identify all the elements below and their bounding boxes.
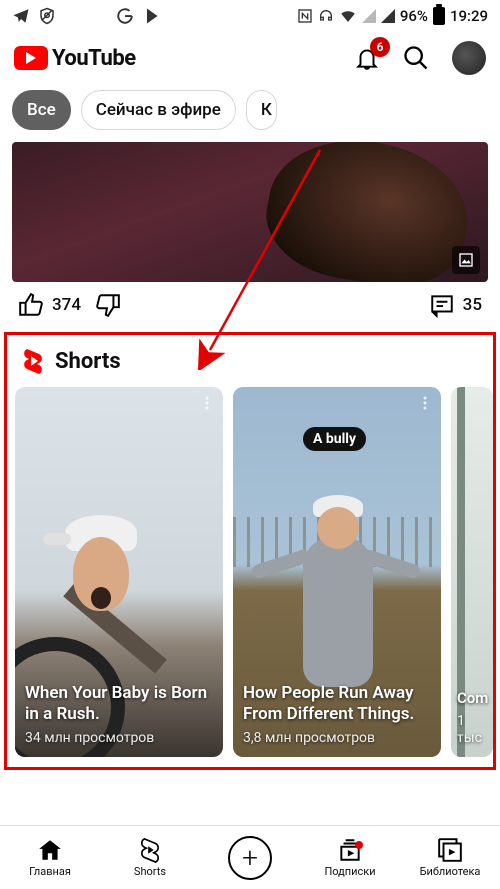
battery-percent: 96% <box>400 7 428 25</box>
nav-home-label: Главная <box>29 865 71 878</box>
shorts-card[interactable]: Com 1 тыс <box>451 387 493 757</box>
thumbs-up-icon <box>18 292 44 318</box>
filter-chips: Навигатор Все Сейчас в эфире К <box>0 84 500 136</box>
signal-icon <box>381 9 395 23</box>
shorts-title: Shorts <box>55 349 121 374</box>
clock: 19:29 <box>450 7 488 25</box>
plus-icon: + <box>228 836 272 880</box>
telegram-icon <box>12 7 30 25</box>
shorts-shelf: Shorts When Your Baby is Born in a Rush.… <box>4 332 496 770</box>
shorts-header[interactable]: Shorts <box>15 343 485 387</box>
nfc-icon <box>297 8 313 24</box>
nav-shorts[interactable]: Shorts <box>100 826 200 889</box>
bottom-nav: Главная Shorts + Подписки Библиотека <box>0 825 500 889</box>
video-thumbnail[interactable] <box>12 142 488 282</box>
chip-live[interactable]: Сейчас в эфире <box>81 90 236 130</box>
chip-more[interactable]: К <box>246 90 277 130</box>
shorts-nav-icon <box>137 837 163 863</box>
shorts-card-title: How People Run Away From Different Thing… <box>243 683 414 723</box>
chip-all[interactable]: Все <box>12 90 71 130</box>
nav-shorts-label: Shorts <box>134 865 166 878</box>
like-count: 374 <box>52 295 81 315</box>
nav-library-label: Библиотека <box>420 865 481 878</box>
notification-badge: 6 <box>370 37 390 57</box>
youtube-play-icon <box>14 46 48 70</box>
nav-create[interactable]: + <box>200 826 300 889</box>
shorts-card-views: 3,8 млн просмотров <box>243 730 431 747</box>
status-bar: 96% 19:29 <box>0 0 500 32</box>
nav-library[interactable]: Библиотека <box>400 826 500 889</box>
shorts-icon <box>21 347 45 375</box>
shorts-card[interactable]: When Your Baby is Born in a Rush. 34 млн… <box>15 387 223 757</box>
battery-icon <box>433 7 445 25</box>
shorts-card-title: When Your Baby is Born in a Rush. <box>25 683 207 723</box>
comment-icon <box>429 292 455 318</box>
notification-dot <box>355 841 363 849</box>
dislike-button[interactable] <box>95 292 121 318</box>
signal-icon <box>362 9 376 23</box>
avatar[interactable] <box>452 41 486 75</box>
comment-count: 35 <box>463 295 482 315</box>
app-header: YouTube 6 <box>0 32 500 84</box>
library-icon <box>437 837 463 863</box>
wifi-icon <box>339 7 357 25</box>
shorts-row: When Your Baby is Born in a Rush. 34 млн… <box>15 387 485 757</box>
comments-button[interactable]: 35 <box>429 292 482 318</box>
notifications-button[interactable]: 6 <box>354 45 380 71</box>
more-icon[interactable] <box>199 395 215 411</box>
engagement-row: 374 35 <box>18 292 482 318</box>
shorts-card-title: Com <box>457 689 488 707</box>
more-icon[interactable] <box>417 395 433 411</box>
shorts-card-views: 1 тыс <box>457 713 483 747</box>
status-left <box>12 7 56 25</box>
shorts-card-views: 34 млн просмотров <box>25 730 213 747</box>
play-store-icon <box>144 7 162 25</box>
nav-subs-label: Подписки <box>324 865 375 878</box>
shield-icon <box>38 7 56 25</box>
home-icon <box>37 837 63 863</box>
youtube-wordmark: YouTube <box>52 46 136 71</box>
nav-subscriptions[interactable]: Подписки <box>300 826 400 889</box>
thumbs-down-icon <box>95 292 121 318</box>
like-button[interactable]: 374 <box>18 292 81 318</box>
youtube-logo[interactable]: YouTube <box>14 46 136 71</box>
shorts-card[interactable]: A bully How People Run Away From Differe… <box>233 387 441 757</box>
image-overlay-icon <box>452 246 480 274</box>
caption-bubble: A bully <box>303 427 366 451</box>
nav-home[interactable]: Главная <box>0 826 100 889</box>
status-right: 96% 19:29 <box>297 7 488 25</box>
search-button[interactable] <box>402 44 430 72</box>
google-icon <box>116 7 134 25</box>
headphones-icon <box>318 8 334 24</box>
